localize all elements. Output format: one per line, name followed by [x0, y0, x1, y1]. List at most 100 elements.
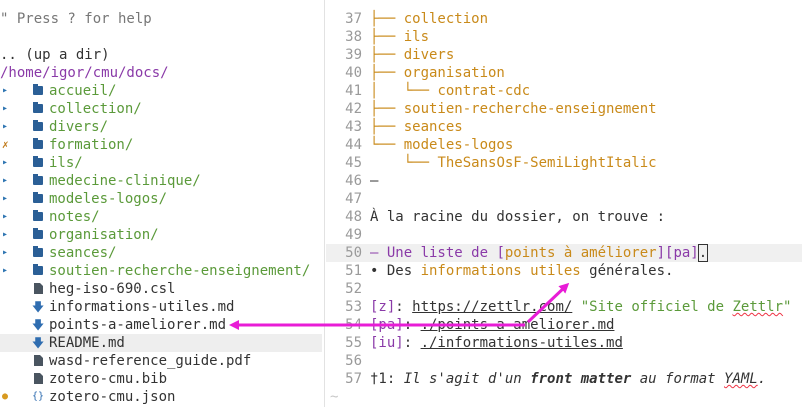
up-dir-link[interactable]: .. (up a dir) [0, 46, 322, 64]
tree-file-item[interactable]: wasd-reference_guide.pdf [0, 352, 322, 370]
file-tree-panel[interactable]: " Press ? for help .. (up a dir)/home/igo… [0, 0, 322, 407]
pane-divider[interactable] [324, 0, 325, 407]
text-segment: contrat-cdc [437, 83, 531, 99]
line-number: 39 [345, 47, 362, 63]
editor-line[interactable]: 40 ├── organisation [326, 64, 802, 82]
editor-line[interactable]: 52 [326, 280, 802, 298]
line-number: 43 [345, 119, 362, 135]
editor-line[interactable]: 57 †1: Il s'agit d'un front matter au for… [326, 370, 802, 388]
text-segment: │ └── [370, 83, 438, 99]
tree-folder-item[interactable]: ▸ organisation/ [0, 226, 322, 244]
editor-line[interactable]: 46 — [326, 172, 802, 190]
text-segment: au format [631, 371, 725, 387]
tree-item-label: accueil/ [49, 83, 117, 99]
expand-arrow-icon[interactable]: ▸ [2, 172, 8, 190]
root-path[interactable]: /home/igor/cmu/docs/ [0, 64, 322, 82]
text-segment: ils [403, 29, 430, 45]
text-segment: • Des [370, 263, 421, 279]
line-number: 48 [345, 209, 362, 225]
tree-folder-item[interactable]: ✗ formation/ [0, 136, 322, 154]
editor-line[interactable]: 51 • Des informations utiles générales. [326, 262, 802, 280]
tree-folder-item[interactable]: ▸ modeles-logos/ [0, 190, 322, 208]
editor-line[interactable]: 43 ├── seances [326, 118, 802, 136]
editor-line[interactable]: 53 [z]: https://zettlr.com/ "Site officie… [326, 298, 802, 316]
tree-file-item[interactable]: heg-iso-690.csl [0, 280, 322, 298]
tree-item-label: points-a-ameliorer.md [49, 317, 227, 333]
text-segment: [iu] [370, 335, 404, 351]
modified-mark-icon[interactable]: ✗ [2, 136, 9, 154]
text-segment: ][pa] [656, 245, 699, 261]
editor-line[interactable]: 47 [326, 190, 802, 208]
line-number: 42 [345, 101, 362, 117]
tree-folder-item[interactable]: ▸ soutien-recherche-enseignement/ [0, 262, 322, 280]
tree-folder-item[interactable]: ▸ medecine-clinique/ [0, 172, 322, 190]
line-number: 49 [345, 227, 362, 243]
editor-line[interactable]: 54 [pa]: ./points-a-ameliorer.md [326, 316, 802, 334]
tree-folder-item[interactable]: ▸ seances/ [0, 244, 322, 262]
tree-file-item[interactable]: 🡇 informations-utiles.md [0, 298, 322, 316]
editor-line[interactable]: 44 └── modeles-logos [326, 136, 802, 154]
editor-line[interactable]: 49 [326, 226, 802, 244]
line-text: ├── soutien-recherche-enseignement [370, 100, 657, 118]
text-segment: À la racine du dossier, on trouve : [370, 209, 666, 225]
text-segment: "Site officiel de [580, 299, 733, 315]
editor-line[interactable]: 37 ├── collection [326, 10, 802, 28]
line-text: ├── divers [370, 46, 454, 64]
editor-line[interactable]: 39 ├── divers [326, 46, 802, 64]
tree-folder-item[interactable]: ▸ ils/ [0, 154, 322, 172]
tree-item-label: modeles-logos/ [49, 191, 168, 207]
editor-line[interactable]: 48 À la racine du dossier, on trouve : [326, 208, 802, 226]
line-number: 55 [345, 335, 362, 351]
expand-arrow-icon[interactable]: ▸ [2, 226, 8, 244]
editor-line[interactable]: 38 ├── ils [326, 28, 802, 46]
text-segment: Il s'agit d'un [403, 371, 531, 387]
text-segment: seances [403, 119, 463, 135]
editor-line[interactable]: 55 [iu]: ./informations-utiles.md [326, 334, 802, 352]
tree-item-label: divers/ [49, 119, 109, 135]
expand-arrow-icon[interactable]: ▸ [2, 208, 8, 226]
line-text: †1: Il s'agit d'un front matter au forma… [370, 370, 766, 388]
line-number: 51 [345, 263, 362, 279]
editor-line[interactable]: 50– Une liste de [points à améliorer][pa… [326, 244, 802, 262]
text-segment: front matter [530, 371, 632, 387]
text-segment: ├── [370, 47, 404, 63]
expand-arrow-icon[interactable]: ▸ [2, 118, 8, 136]
editor-line[interactable]: 41 │ └── contrat-cdc [326, 82, 802, 100]
tree-folder-item[interactable]: ▸ divers/ [0, 118, 322, 136]
text-segment: Une liste de [386, 245, 497, 261]
line-text: └── TheSansOsF-SemiLightItalic [370, 154, 657, 172]
text-segment: : [403, 335, 421, 351]
tree-item-label: soutien-recherche-enseignement/ [49, 263, 311, 279]
link-url[interactable]: https://zettlr.com/ [412, 299, 572, 315]
tree-item-label: notes/ [49, 209, 100, 225]
text-segment: : [386, 371, 404, 387]
tree-folder-item[interactable]: ▸ collection/ [0, 100, 322, 118]
link-url[interactable]: ./points-a-ameliorer.md [421, 317, 615, 333]
tree-file-item[interactable]: zotero-cmu.bib [0, 370, 322, 388]
tree-file-item[interactable]: 🡇 README.md [0, 334, 322, 352]
tree-folder-item[interactable]: ▸ accueil/ [0, 82, 322, 100]
expand-arrow-icon[interactable]: ▸ [2, 82, 8, 100]
expand-arrow-icon[interactable]: ▸ [2, 190, 8, 208]
tree-file-item[interactable]: ● {} zotero-cmu.json [0, 388, 322, 406]
text-segment [572, 299, 580, 315]
expand-arrow-icon[interactable]: ▸ [2, 244, 8, 262]
editor-panel[interactable]: 37 ├── collection 38 ├── ils 39 ├── divers 40 ├… [326, 0, 802, 407]
line-text: [z]: https://zettlr.com/ "Site officiel … [370, 298, 791, 316]
status-dot-icon: ● [2, 391, 9, 402]
tree-item-label: ils/ [49, 155, 83, 171]
expand-arrow-icon[interactable]: ▸ [2, 154, 8, 172]
link-url[interactable]: ./informations-utiles.md [421, 335, 623, 351]
editor-line[interactable]: 56 [326, 352, 802, 370]
editor-line[interactable]: 42 ├── soutien-recherche-enseignement [326, 100, 802, 118]
tree-item-label: organisation/ [49, 227, 159, 243]
expand-arrow-icon[interactable]: ▸ [2, 100, 8, 118]
tree-folder-item[interactable]: ▸ notes/ [0, 208, 322, 226]
line-text: • Des informations utiles générales. [370, 262, 673, 280]
line-text: [iu]: ./informations-utiles.md [370, 334, 623, 352]
editor-line[interactable]: 45 └── TheSansOsF-SemiLightItalic [326, 154, 802, 172]
tree-file-item[interactable]: 🡇 points-a-ameliorer.md [0, 316, 322, 334]
line-text: ├── collection [370, 10, 488, 28]
line-text: ├── ils [370, 28, 429, 46]
expand-arrow-icon[interactable]: ▸ [2, 262, 8, 280]
